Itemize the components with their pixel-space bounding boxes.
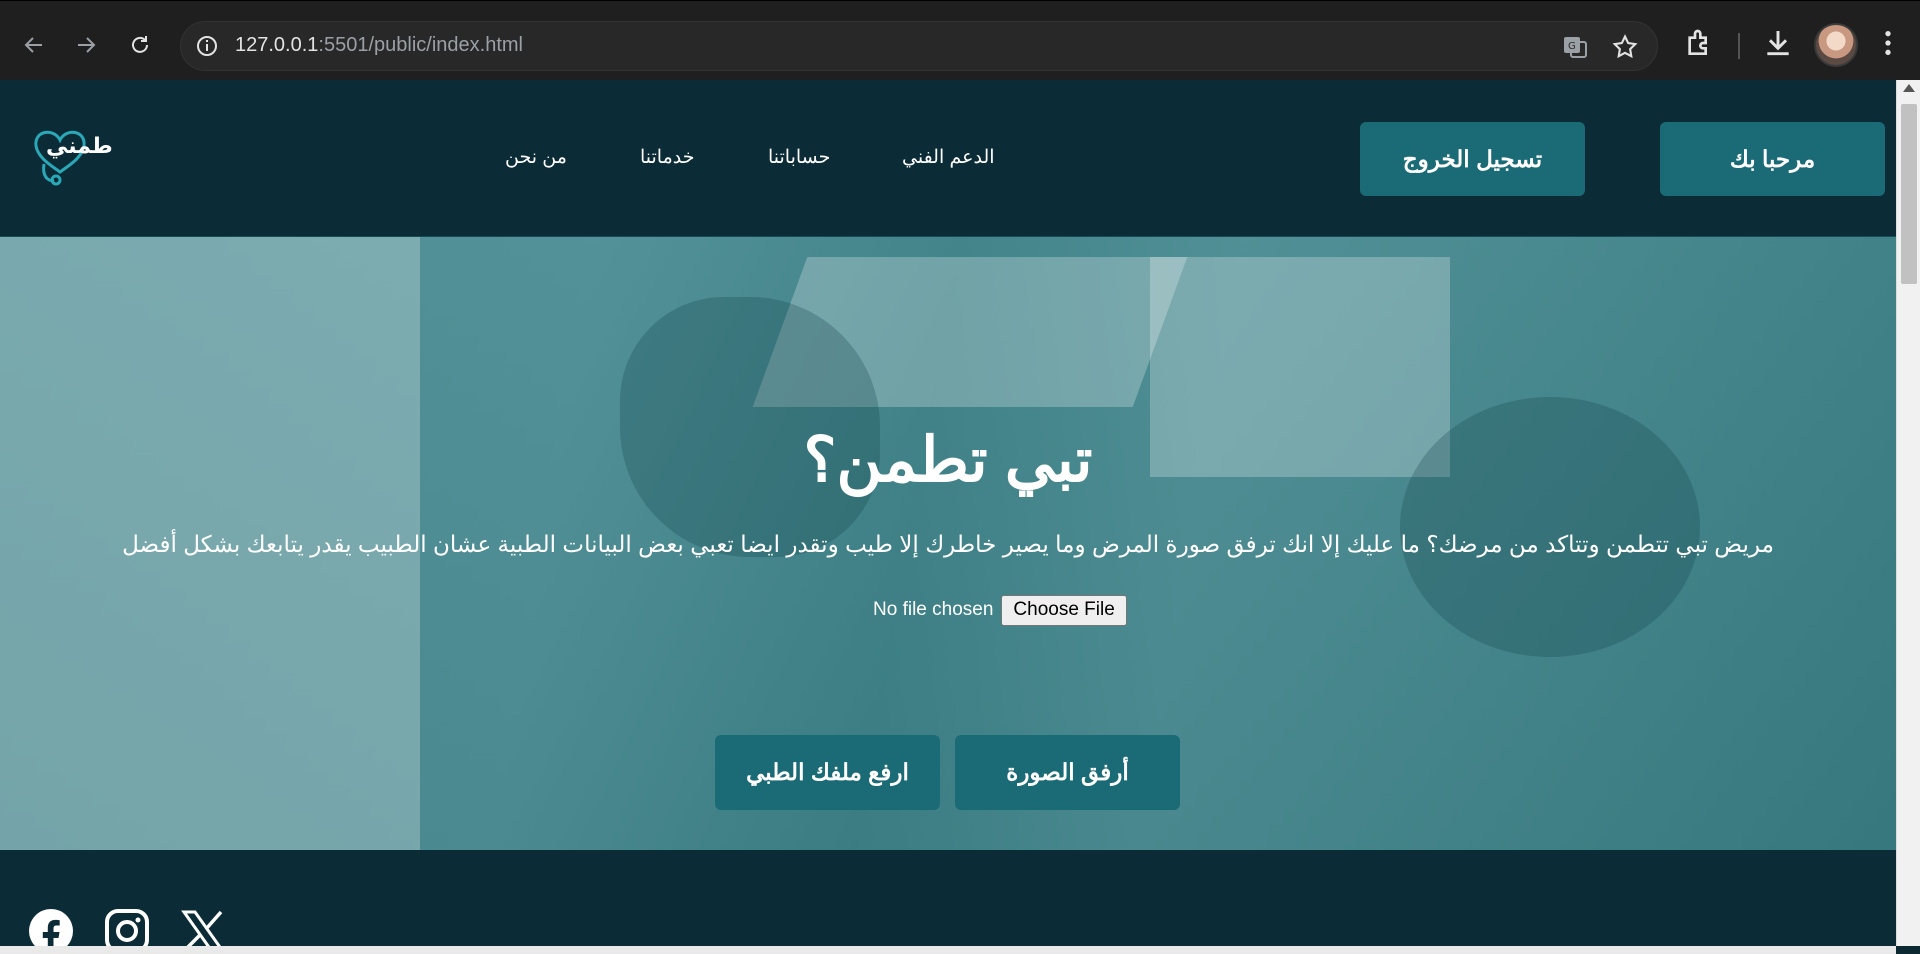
site-footer xyxy=(0,850,1896,946)
site-logo[interactable]: طمني xyxy=(30,124,113,186)
logout-button[interactable]: تسجيل الخروج xyxy=(1360,122,1585,196)
arrow-left-icon xyxy=(24,37,42,53)
back-button[interactable] xyxy=(12,23,56,67)
scrollbar-thumb[interactable] xyxy=(1901,104,1917,284)
page-viewport: طمني من نحن خدماتنا حساباتنا الدعم الفني… xyxy=(0,80,1896,946)
extensions-icon[interactable] xyxy=(1683,27,1715,59)
url-path: :5501/public/index.html xyxy=(318,34,523,56)
facebook-icon[interactable] xyxy=(28,908,74,946)
arrow-right-icon xyxy=(78,37,96,53)
profile-avatar[interactable] xyxy=(1814,23,1858,67)
site-header: طمني من نحن خدماتنا حساباتنا الدعم الفني… xyxy=(0,80,1896,237)
file-input[interactable]: No file chosen Choose File xyxy=(873,593,1127,627)
star-icon[interactable] xyxy=(1611,33,1639,61)
upload-medical-file-button[interactable]: ارفع ملفك الطبي xyxy=(715,735,940,810)
hero-subtitle: مريض تبي تتطمن وتتاكد من مرضك؟ ما عليك إ… xyxy=(122,531,1774,557)
nav-about[interactable]: من نحن xyxy=(505,146,567,169)
logo-text: طمني xyxy=(46,134,113,159)
svg-text:G: G xyxy=(1568,41,1576,52)
reload-icon xyxy=(132,36,148,53)
nav-services[interactable]: خدماتنا xyxy=(640,146,695,169)
menu-kebab-icon[interactable] xyxy=(1872,27,1904,59)
hero-title: تبي تطمن؟ xyxy=(803,426,1093,495)
horizontal-scrollbar[interactable] xyxy=(0,946,1896,954)
choose-file-button[interactable]: Choose File xyxy=(1001,594,1127,626)
file-status-text: No file chosen xyxy=(873,599,994,620)
address-bar[interactable]: 127.0.0.1:5501/public/index.html G xyxy=(180,21,1658,71)
url-text[interactable]: 127.0.0.1:5501/public/index.html xyxy=(235,34,523,57)
browser-toolbar: 127.0.0.1:5501/public/index.html G xyxy=(0,0,1920,80)
site-info-icon[interactable] xyxy=(195,34,219,58)
reload-button[interactable] xyxy=(118,23,162,67)
hero-section: تبي تطمن؟ مريض تبي تتطمن وتتاكد من مرضك؟… xyxy=(0,237,1896,850)
vertical-scrollbar[interactable] xyxy=(1896,80,1920,946)
attach-image-button[interactable]: أرفق الصورة xyxy=(955,735,1180,810)
url-host: 127.0.0.1 xyxy=(235,34,319,56)
instagram-icon[interactable] xyxy=(104,908,150,946)
scroll-up-arrow-icon[interactable] xyxy=(1903,84,1915,92)
welcome-button[interactable]: مرحبا بك xyxy=(1660,122,1885,196)
forward-button[interactable] xyxy=(64,23,108,67)
translate-icon[interactable]: G xyxy=(1561,33,1589,61)
nav-accounts[interactable]: حساباتنا xyxy=(768,146,830,169)
x-icon[interactable] xyxy=(180,908,226,946)
toolbar-divider xyxy=(1738,33,1740,59)
nav-support[interactable]: الدعم الفني xyxy=(902,146,995,169)
download-icon[interactable] xyxy=(1762,27,1794,59)
